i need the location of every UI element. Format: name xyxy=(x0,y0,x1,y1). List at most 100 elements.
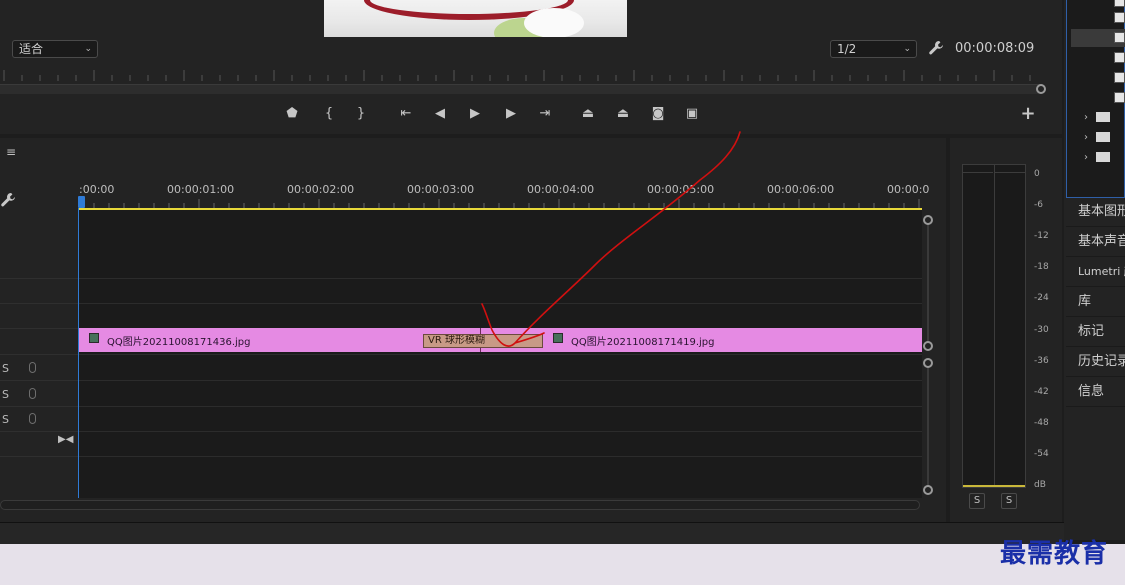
db-label: -24 xyxy=(1034,293,1049,304)
program-preview-image xyxy=(324,0,627,37)
image-item-icon[interactable] xyxy=(1114,72,1125,83)
image-item-icon[interactable] xyxy=(1114,12,1125,23)
add-button[interactable]: + xyxy=(1018,104,1038,124)
db-label: 0 xyxy=(1034,169,1040,179)
solo-right-button[interactable]: S xyxy=(1001,493,1017,509)
scroll-handle[interactable] xyxy=(923,215,933,225)
fit-select[interactable]: 适合 ⌄ xyxy=(12,40,98,58)
image-item-icon[interactable] xyxy=(1114,0,1125,7)
transition-vr-spherical-blur[interactable]: VR 球形模糊 xyxy=(423,334,543,348)
scroll-handle[interactable] xyxy=(923,341,933,351)
go-to-out-button[interactable]: ⇥ xyxy=(535,104,555,124)
chevron-right-icon[interactable]: › xyxy=(1084,152,1088,163)
folder-icon xyxy=(1096,152,1110,162)
panel-tab-3[interactable]: 库 xyxy=(1066,287,1125,317)
ruler-tick-label: 00:00:0 xyxy=(887,183,930,196)
db-label: -6 xyxy=(1034,200,1043,211)
image-clip-icon xyxy=(89,333,99,343)
folder-icon xyxy=(1096,132,1110,142)
export-frame-button[interactable]: ◙ xyxy=(648,104,668,124)
work-area-bar[interactable] xyxy=(79,208,922,210)
monitor-time-ruler[interactable] xyxy=(0,64,1050,82)
panel-tab-6[interactable]: 信息 xyxy=(1066,377,1125,407)
monitor-scrub-bar[interactable] xyxy=(0,84,1042,94)
db-label: -18 xyxy=(1034,262,1049,273)
ruler-tick-label: 00:00:01:00 xyxy=(167,183,235,196)
microphone-icon[interactable] xyxy=(29,413,36,424)
step-forward-button[interactable]: ▶ xyxy=(501,104,521,124)
scroll-handle[interactable] xyxy=(923,358,933,368)
db-label: -12 xyxy=(1034,231,1049,242)
ruler-tick-label: 00:00:05:00 xyxy=(647,183,715,196)
clip-1-label[interactable]: QQ图片20211008171436.jpg xyxy=(107,333,250,348)
audio-track-a3-solo[interactable]: S xyxy=(2,413,9,426)
ruler-tick-label: 00:00:04:00 xyxy=(527,183,595,196)
video-tracks-scrollbar[interactable] xyxy=(927,224,929,342)
audio-tracks-scrollbar[interactable] xyxy=(927,368,929,486)
timeline-settings-wrench-icon[interactable] xyxy=(0,192,16,208)
db-label: -42 xyxy=(1034,386,1049,397)
bin-folder[interactable]: › xyxy=(1084,132,1110,143)
resolution-select-value: 1/2 xyxy=(837,42,857,56)
playhead-line xyxy=(78,208,79,498)
meter-divider xyxy=(994,164,995,488)
db-label: -54 xyxy=(1034,448,1049,459)
audio-track-a1-solo[interactable]: S xyxy=(2,362,9,375)
playhead-timecode[interactable]: 00:00:08:09 xyxy=(955,41,1034,56)
panel-menu-icon[interactable]: ≡ xyxy=(6,145,16,159)
fit-select-value: 适合 xyxy=(19,42,44,56)
wrench-icon[interactable] xyxy=(928,40,944,56)
meter-peak-left xyxy=(963,165,993,173)
microphone-icon[interactable] xyxy=(29,388,36,399)
playhead-handle[interactable] xyxy=(78,196,85,208)
panel-tab-4[interactable]: 标记 xyxy=(1066,317,1125,347)
step-back-button[interactable]: ◀ xyxy=(430,104,450,124)
mark-out-button[interactable]: } xyxy=(351,104,371,124)
panel-tab-5[interactable]: 历史记录 xyxy=(1066,347,1125,377)
microphone-icon[interactable] xyxy=(29,362,36,373)
image-item-icon[interactable] xyxy=(1114,52,1125,63)
chevron-down-icon: ⌄ xyxy=(84,44,92,54)
db-label: dB xyxy=(1034,480,1046,490)
bin-folder[interactable]: › xyxy=(1084,112,1110,123)
track-area[interactable] xyxy=(79,210,922,498)
chevron-right-icon[interactable]: › xyxy=(1084,132,1088,143)
desktop-background xyxy=(0,544,1125,585)
lift-button[interactable]: ⏏ xyxy=(578,104,598,124)
scroll-handle[interactable] xyxy=(923,485,933,495)
preview-cream xyxy=(524,8,584,37)
db-label: -48 xyxy=(1034,417,1049,428)
ruler-tick-label: 00:00:03:00 xyxy=(407,183,475,196)
ruler-tick-label: :00:00 xyxy=(79,183,115,196)
bin-folder[interactable]: › xyxy=(1084,152,1110,163)
mix-track-icon[interactable]: ▶◀ xyxy=(58,434,73,445)
timeline-horizontal-scrollbar[interactable] xyxy=(0,500,920,510)
solo-left-button[interactable]: S xyxy=(969,493,985,509)
clip-2-label[interactable]: QQ图片20211008171419.jpg xyxy=(571,333,714,348)
panel-tab-2[interactable]: Lumetri 颜色 xyxy=(1066,257,1125,287)
ruler-tick-label: 00:00:02:00 xyxy=(287,183,355,196)
mark-in-button[interactable]: { xyxy=(319,104,339,124)
add-marker-button[interactable]: ⬟ xyxy=(282,104,302,124)
chevron-right-icon[interactable]: › xyxy=(1084,112,1088,123)
meter-peak-right xyxy=(995,165,1025,173)
audio-track-a2-solo[interactable]: S xyxy=(2,388,9,401)
compare-view-button[interactable]: ▣ xyxy=(682,104,702,124)
play-button[interactable]: ▶ xyxy=(465,104,485,124)
resolution-select[interactable]: 1/2 ⌄ xyxy=(830,40,917,58)
zoom-handle[interactable] xyxy=(1036,84,1046,94)
panel-tab-0[interactable]: 基本图形 xyxy=(1066,197,1125,227)
folder-icon xyxy=(1096,112,1110,122)
image-clip-icon xyxy=(553,333,563,343)
image-item-icon[interactable] xyxy=(1114,32,1125,43)
status-bar xyxy=(0,522,1064,544)
extract-button[interactable]: ⏏ xyxy=(613,104,633,124)
go-to-in-button[interactable]: ⇤ xyxy=(396,104,416,124)
db-label: -30 xyxy=(1034,324,1049,335)
panel-tab-1[interactable]: 基本声音 xyxy=(1066,227,1125,257)
timeline-tick-marks xyxy=(79,199,920,208)
db-label: -36 xyxy=(1034,355,1049,366)
track-headers xyxy=(0,208,78,498)
image-item-icon[interactable] xyxy=(1114,92,1125,103)
chevron-down-icon: ⌄ xyxy=(903,44,911,54)
